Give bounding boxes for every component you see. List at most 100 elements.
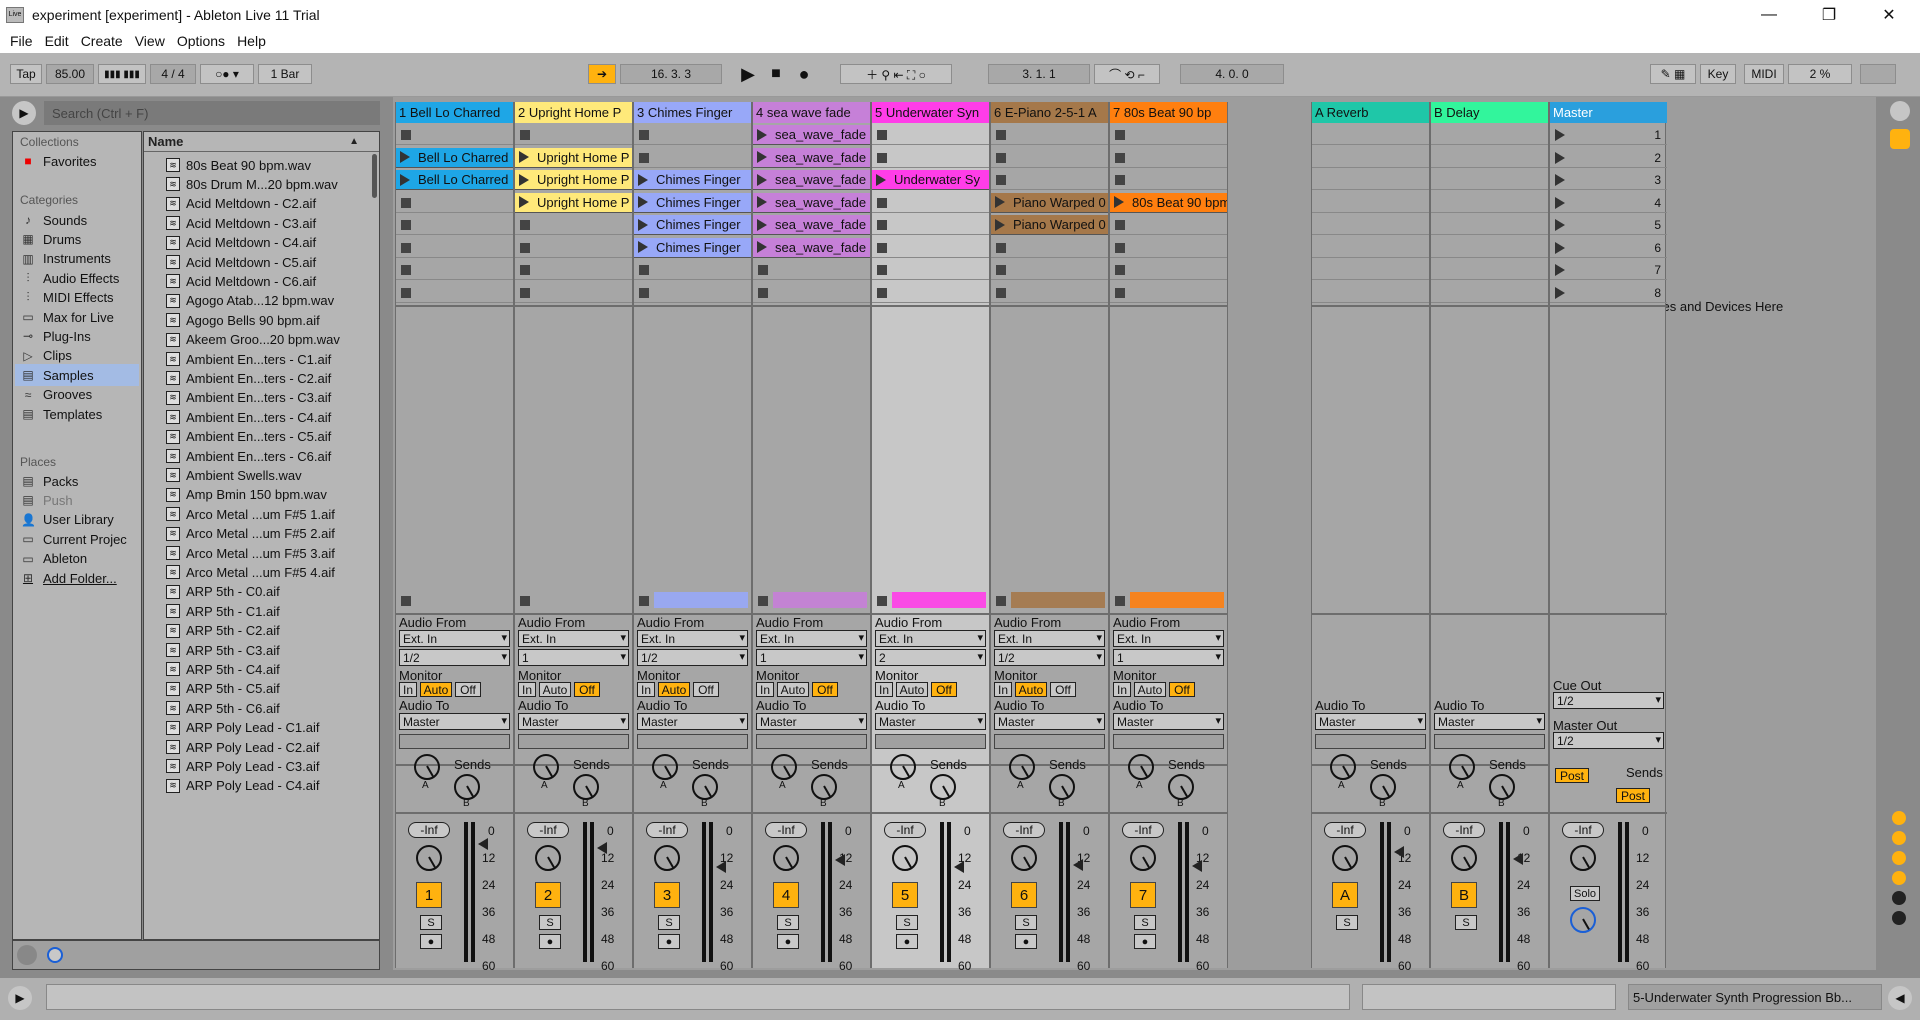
show-returns-icon[interactable] <box>1892 851 1906 865</box>
arrangement-position[interactable]: 16. 3. 3 <box>620 64 722 84</box>
clip-slot[interactable]: Chimes Finger <box>634 170 751 190</box>
scene-launch-icon[interactable] <box>1555 264 1565 276</box>
solo-button[interactable]: S <box>777 915 799 930</box>
clip-play-icon[interactable] <box>400 174 410 186</box>
volume-slider-handle[interactable] <box>1513 853 1523 865</box>
clip-stop-icon[interactable] <box>520 130 530 140</box>
clip-slot[interactable] <box>396 125 513 145</box>
send-a-knob[interactable] <box>414 754 440 780</box>
menu-options[interactable]: Options <box>171 33 231 49</box>
clip-slot[interactable]: Bell Lo Charred <box>396 148 513 168</box>
volume-readout[interactable]: -Inf <box>765 822 807 838</box>
stop-icon[interactable]: ■ <box>764 64 788 84</box>
clip-play-icon[interactable] <box>1114 196 1124 208</box>
clip-play-icon[interactable] <box>638 174 648 186</box>
clip-play-icon[interactable] <box>638 219 648 231</box>
track-header[interactable]: 2 Upright Home P <box>515 102 632 123</box>
solo-button[interactable]: S <box>1455 915 1477 930</box>
send-b-knob[interactable] <box>692 774 718 800</box>
pan-knob[interactable] <box>773 845 799 871</box>
clip-slot[interactable]: sea_wave_fade <box>753 193 870 213</box>
preview-icon[interactable] <box>17 945 37 965</box>
clip-stop-icon[interactable] <box>639 153 649 163</box>
solo-button[interactable]: S <box>539 915 561 930</box>
send-post-button[interactable]: Post <box>1616 788 1650 803</box>
arrangement-view-icon[interactable] <box>1890 129 1910 149</box>
scrollbar[interactable] <box>372 154 377 198</box>
scene-slot[interactable]: 5 <box>1550 215 1667 235</box>
send-a-knob[interactable] <box>533 754 559 780</box>
arm-button[interactable]: ● <box>777 934 799 949</box>
track-activator-button[interactable]: 3 <box>654 882 680 908</box>
clip[interactable]: Chimes Finger <box>634 170 751 190</box>
volume-readout[interactable]: -Inf <box>408 822 450 838</box>
scene-launch-icon[interactable] <box>1555 129 1565 141</box>
tap-button[interactable]: Tap <box>10 64 42 84</box>
cue-post-button[interactable]: Post <box>1555 768 1589 783</box>
solo-button[interactable]: S <box>896 915 918 930</box>
track-header[interactable]: 5 Underwater Syn <box>872 102 989 123</box>
record-icon[interactable]: ● <box>792 64 816 84</box>
clip-play-icon[interactable] <box>757 196 767 208</box>
close-button[interactable]: ✕ <box>1866 0 1912 29</box>
track-header[interactable]: B Delay <box>1431 102 1548 123</box>
clip-play-icon[interactable] <box>519 174 529 186</box>
track-activator-button[interactable]: 7 <box>1130 882 1156 908</box>
clip-stop-icon[interactable] <box>639 130 649 140</box>
browser-toggle-icon[interactable]: ▶ <box>12 101 36 125</box>
show-delay-icon[interactable] <box>1892 911 1906 925</box>
volume-readout[interactable]: -Inf <box>1003 822 1045 838</box>
play-icon[interactable]: ▶ <box>736 64 760 84</box>
scene-slot[interactable]: 7 <box>1550 260 1667 280</box>
clip-play-icon[interactable] <box>995 196 1005 208</box>
track-activator-button[interactable]: 5 <box>892 882 918 908</box>
clip-slot[interactable]: Upright Home P <box>515 148 632 168</box>
midi-map-button[interactable]: MIDI <box>1744 64 1784 84</box>
volume-slider-handle[interactable] <box>835 854 845 866</box>
track-header[interactable]: 1 Bell Lo Charred <box>396 102 513 123</box>
track-header[interactable]: A Reverb <box>1312 102 1429 123</box>
clip[interactable]: Underwater Sy <box>872 170 989 190</box>
clip-stop-icon[interactable] <box>877 153 887 163</box>
clip-slot[interactable] <box>1110 148 1227 168</box>
scene-launch-icon[interactable] <box>1555 287 1565 299</box>
track-activator-button[interactable]: 1 <box>416 882 442 908</box>
clip-slot[interactable]: Upright Home P <box>515 170 632 190</box>
scene-launch-icon[interactable] <box>1555 197 1565 209</box>
clip-slot[interactable] <box>396 193 513 213</box>
quantize-select[interactable]: 1 Bar <box>258 64 312 84</box>
clip-play-icon[interactable] <box>876 174 886 186</box>
send-a-knob[interactable] <box>652 754 678 780</box>
volume-slider-handle[interactable] <box>716 861 726 873</box>
nudge-icon[interactable]: ▮▮▮ ▮▮▮ <box>98 64 146 84</box>
loop-length-field[interactable]: 4. 0. 0 <box>1180 64 1284 84</box>
draw-mode-icon[interactable]: ✎ ▦ <box>1650 64 1696 84</box>
follow-icon[interactable]: ➔ <box>588 64 616 84</box>
send-a-knob[interactable] <box>1128 754 1154 780</box>
send-b-knob[interactable] <box>1168 774 1194 800</box>
maximize-button[interactable]: ❐ <box>1806 0 1852 29</box>
clip-slot[interactable]: sea_wave_fade <box>753 170 870 190</box>
send-b-knob[interactable] <box>454 774 480 800</box>
clip-slot[interactable] <box>1110 125 1227 145</box>
clip[interactable]: Upright Home P <box>515 193 632 213</box>
clip-play-icon[interactable] <box>757 174 767 186</box>
menu-view[interactable]: View <box>129 33 171 49</box>
volume-readout[interactable]: -Inf <box>884 822 926 838</box>
send-b-knob[interactable] <box>930 774 956 800</box>
arm-button[interactable]: ● <box>539 934 561 949</box>
track-activator-button[interactable]: A <box>1332 882 1358 908</box>
clip-stop-icon[interactable] <box>996 175 1006 185</box>
show-device-icon[interactable]: ◀ <box>1888 986 1912 1010</box>
sidebar-item-add-folder---[interactable]: ⊞ Add Folder... <box>15 567 139 589</box>
clip-play-icon[interactable] <box>519 151 529 163</box>
clip-play-icon[interactable] <box>757 151 767 163</box>
loop-switch-icon[interactable]: ⌒ ⟲ ⌐ <box>1094 64 1160 84</box>
volume-slider-handle[interactable] <box>1192 860 1202 872</box>
show-mixer-icon[interactable] <box>1892 871 1906 885</box>
clip[interactable]: sea_wave_fade <box>753 170 870 190</box>
clip-slot[interactable]: Chimes Finger <box>634 193 751 213</box>
send-a-knob[interactable] <box>771 754 797 780</box>
send-b-knob[interactable] <box>1049 774 1075 800</box>
scene-slot[interactable]: 3 <box>1550 170 1667 190</box>
